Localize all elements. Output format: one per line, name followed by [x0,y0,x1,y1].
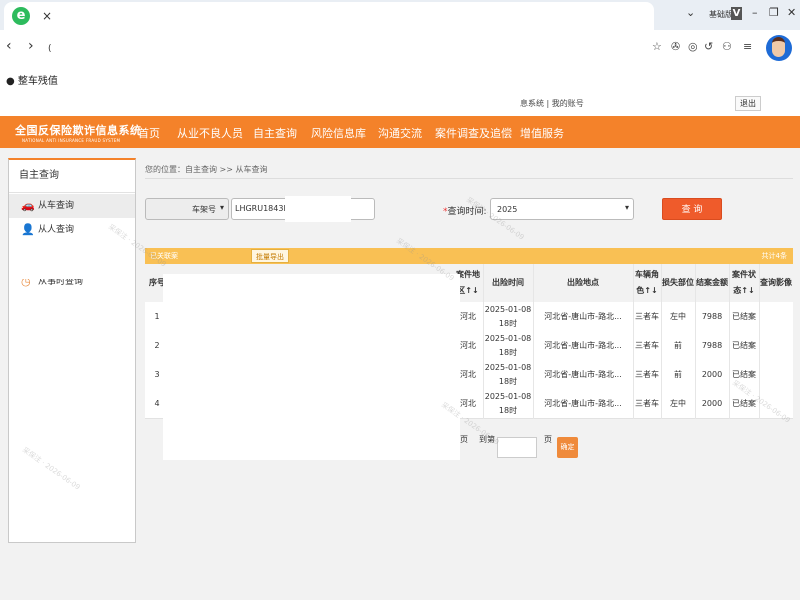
sidebar-item-label: 从车查询 [38,201,75,211]
menu-icon[interactable]: ≡ [743,40,752,53]
col-header-damage: 损失部位 [662,278,694,287]
breadcrumb: 您的位置：自主查询 >> 从车查询 [145,165,268,174]
sidebar-item-label: 从人查询 [38,225,75,235]
browser-tab-bar: e × ⌄ 基础版 V – ❐ ✕ [0,0,800,30]
page-number-input[interactable] [497,437,537,458]
extension-icon[interactable]: ✇ [671,40,680,53]
site-logo-en: NATIONAL ANTI INSURANCE FRAUD SYSTEM [22,138,121,143]
sidebar-title: 自主查询 [9,160,135,193]
version-icon: V [731,7,742,20]
total-count: 共计4条 [761,252,787,260]
chevron-down-icon: ▾ [624,203,629,212]
chevron-down-icon: ▾ [219,203,224,212]
nav-self-query[interactable]: 自主查询 [253,125,297,141]
nav-risk-db[interactable]: 风险信息库 [311,125,366,141]
cell-damage: 前 [674,340,682,350]
redaction-box [18,245,91,279]
car-icon: 🚗 [21,199,35,212]
cell-amount: 7988 [701,311,723,321]
bookmark-item[interactable]: ● 整车残值 [6,72,58,87]
cell-time: 2025-01-08 18时 [484,391,532,415]
column-divider [729,264,730,419]
nav-value-added[interactable]: 增值服务 [520,125,564,141]
redaction-box [163,274,460,460]
user-links[interactable]: 息系统 | 我的账号 [520,98,584,109]
cell-time: 2025-01-08 18时 [484,333,532,357]
cell-role: 三者车 [635,369,659,379]
query-type-select[interactable]: 车架号 ▾ [145,198,229,220]
export-button[interactable]: 批量导出 [251,249,289,263]
cell-time: 2025-01-08 18时 [484,362,532,386]
address-bar[interactable]: ( [48,44,52,54]
main-nav: 全国反保险欺诈信息系统 NATIONAL ANTI INSURANCE FRAU… [0,116,800,148]
cell-amount: 2000 [701,398,723,408]
favorite-icon[interactable]: ☆ [652,40,662,53]
query-year-value: 2025 [497,205,518,214]
cell-damage: 前 [674,369,682,379]
cell-damage: 左中 [670,398,686,408]
divider [145,178,793,179]
browser-tab[interactable]: e × [4,2,654,30]
pager-page-unit: 页 [544,435,552,444]
col-header-image: 查询影像 [760,278,792,287]
tab-close-icon[interactable]: × [42,9,52,23]
history-icon[interactable]: ↺ [704,40,713,53]
version-badge: 基础版 [709,10,733,19]
page-confirm-button[interactable]: 确定 [557,437,578,458]
column-divider [483,264,484,419]
column-divider [661,264,662,419]
cell-time: 2025-01-08 18时 [484,304,532,328]
query-button[interactable]: 查 询 [662,198,722,220]
cell-role: 三者车 [635,398,659,408]
cell-place: 河北省-唐山市-路北... [544,398,622,408]
query-year-select[interactable]: 2025 ▾ [490,198,634,220]
col-header-role[interactable]: 车辆角色↑↓ [633,264,661,302]
cell-place: 河北省-唐山市-路北... [544,311,622,321]
column-divider [695,264,696,419]
forward-icon[interactable]: › [28,38,34,54]
query-type-value: 车架号 [192,205,216,214]
cell-amount: 2000 [701,369,723,379]
col-header-amount: 结案金额 [696,278,728,287]
site-logo: 全国反保险欺诈信息系统 [15,124,142,137]
browser-toolbar: ‹ › ( ☆ ✇ ◎ ↺ ⚇ ≡ [0,30,800,66]
cell-damage: 左中 [670,311,686,321]
nav-bad-personnel[interactable]: 从业不良人员 [177,125,243,141]
column-divider [633,264,634,419]
bookmark-label: 整车残值 [17,76,58,87]
redaction-box [285,196,351,222]
cell-status: 已结案 [732,311,756,321]
nav-investigation[interactable]: 案件调查及追偿 [435,125,512,141]
browser-logo-icon: e [12,7,30,25]
back-icon[interactable]: ‹ [6,38,12,54]
minimize-icon[interactable]: – [752,6,758,19]
sidebar-item-vehicle-query[interactable]: 🚗 从车查询 [9,194,135,218]
maximize-icon[interactable]: ❐ [769,6,779,19]
collections-icon[interactable]: ◎ [688,40,698,53]
account-icon[interactable]: ⚇ [722,40,732,53]
col-header-status[interactable]: 案件状态↑↓ [729,264,759,302]
tab-list-chevron-icon[interactable]: ⌄ [686,6,695,19]
bookmarks-bar: ● 整车残值 [0,66,800,93]
cell-role: 三者车 [635,340,659,350]
site-top-strip: 息系统 | 我的账号 退出 [0,92,800,116]
col-header-time: 出险时间 [492,278,524,287]
profile-avatar[interactable] [766,35,792,61]
column-divider [533,264,534,419]
table-toolbar: 已关联案 批量导出 共计4条 [145,248,793,264]
cell-place: 河北省-唐山市-路北... [544,369,622,379]
window-close-icon[interactable]: ✕ [787,6,796,19]
pager-page-suffix: 页 [460,435,468,444]
nav-communication[interactable]: 沟通交流 [378,125,422,141]
cell-amount: 7988 [701,340,723,350]
cell-status: 已结案 [732,340,756,350]
cell-place: 河北省-唐山市-路北... [544,340,622,350]
person-icon: 👤 [21,223,35,236]
nav-home[interactable]: 首页 [138,125,160,141]
col-header-place: 出险地点 [567,278,599,287]
cell-role: 三者车 [635,311,659,321]
logout-button[interactable]: 退出 [735,96,761,111]
